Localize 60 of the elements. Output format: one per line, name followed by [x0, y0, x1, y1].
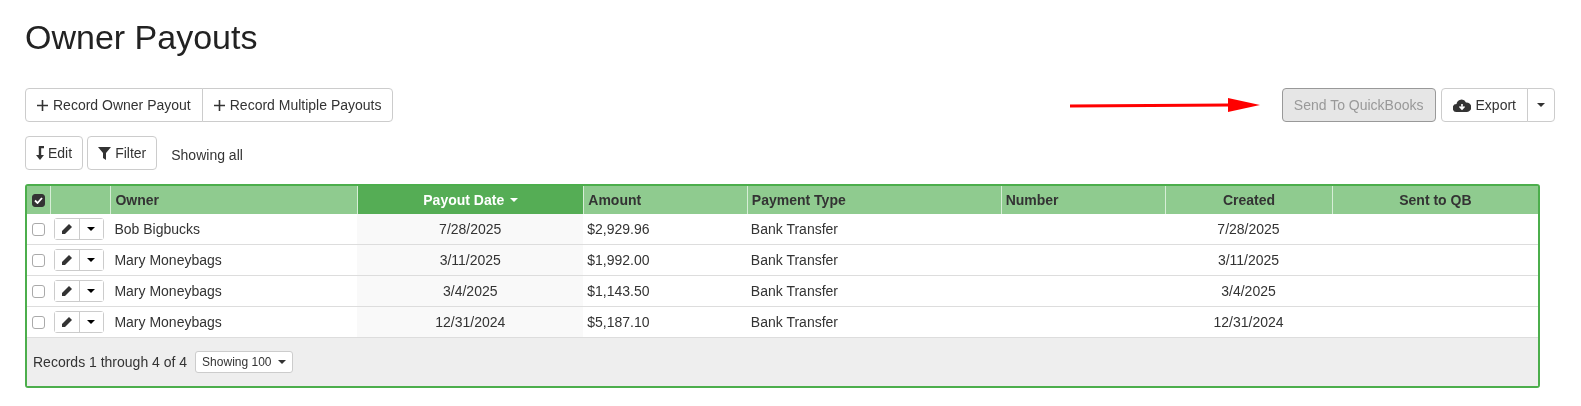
- table-cell: $5,187.10: [587, 314, 650, 330]
- filter-button[interactable]: Filter: [87, 136, 158, 170]
- row-menu-button[interactable]: [78, 219, 103, 239]
- row-menu-button[interactable]: [78, 250, 103, 270]
- table-cell: $1,992.00: [587, 252, 650, 268]
- column-header[interactable]: Sent to QB: [1331, 186, 1538, 214]
- column-header[interactable]: Payment Type: [746, 186, 1001, 214]
- pencil-icon: [61, 285, 73, 297]
- filter-icon: [98, 146, 112, 160]
- pencil-icon: [61, 223, 73, 235]
- record-payout-button[interactable]: Record Multiple Payouts: [201, 88, 394, 122]
- pencil-icon: [61, 316, 73, 328]
- row-menu-button[interactable]: [78, 312, 103, 332]
- checkbox[interactable]: [31, 193, 45, 207]
- table-cell: $1,143.50: [587, 283, 650, 299]
- table-cell: 12/31/2024: [435, 314, 506, 330]
- caret-icon: [510, 198, 519, 202]
- caret-icon: [87, 227, 96, 231]
- pencil-icon: [61, 254, 73, 266]
- caret-icon: [87, 289, 96, 293]
- checkbox[interactable]: [31, 284, 45, 298]
- table-cell: Mary Moneybags: [114, 314, 222, 330]
- table-cell: 3/11/2025: [439, 252, 501, 268]
- row-menu-button[interactable]: [78, 281, 103, 301]
- table-cell: Bob Bigbucks: [114, 221, 200, 237]
- caret-icon: [1537, 103, 1545, 107]
- record-payout-button[interactable]: Record Owner Payout: [25, 88, 203, 122]
- checkbox[interactable]: [31, 253, 45, 267]
- records-count: Records 1 through 4 of 4: [33, 354, 188, 370]
- arrow-icon: [36, 146, 45, 160]
- page-title: Owner Payouts: [25, 18, 259, 57]
- export-button[interactable]: Export: [1440, 88, 1528, 122]
- table-cell: Bank Transfer: [750, 221, 838, 237]
- table-cell: Bank Transfer: [750, 252, 838, 268]
- edit-button[interactable]: Edit: [25, 136, 84, 170]
- export-menu-button[interactable]: [1527, 88, 1555, 122]
- table-cell: 7/28/2025: [439, 221, 502, 237]
- table-cell: Mary Moneybags: [114, 283, 222, 299]
- table-cell: Bank Transfer: [750, 314, 838, 330]
- table-cell: Bank Transfer: [750, 283, 838, 299]
- table-cell: $2,929.96: [587, 221, 650, 237]
- plus-icon: [213, 99, 225, 111]
- table-cell: 3/11/2025: [1217, 252, 1280, 268]
- column-header[interactable]: Created: [1165, 186, 1332, 214]
- page-size-dropdown[interactable]: Showing 100: [195, 351, 293, 373]
- table-cell: 7/28/2025: [1217, 221, 1280, 237]
- caret-icon: [87, 320, 96, 324]
- caret-icon: [87, 258, 96, 262]
- plus-icon: [37, 99, 48, 111]
- table-cell: 3/4/2025: [1221, 283, 1276, 299]
- checkbox[interactable]: [31, 222, 45, 236]
- table-cell: Mary Moneybags: [114, 252, 222, 268]
- column-header[interactable]: Number: [1000, 186, 1166, 214]
- table-cell: 12/31/2024: [1213, 314, 1284, 330]
- column-header[interactable]: Amount: [583, 186, 747, 214]
- caret-icon: [277, 360, 286, 364]
- filter-status: Showing all: [171, 146, 243, 163]
- checkbox[interactable]: [31, 315, 45, 329]
- cloud-download-icon: [1452, 98, 1471, 112]
- table-cell: 3/4/2025: [443, 283, 498, 299]
